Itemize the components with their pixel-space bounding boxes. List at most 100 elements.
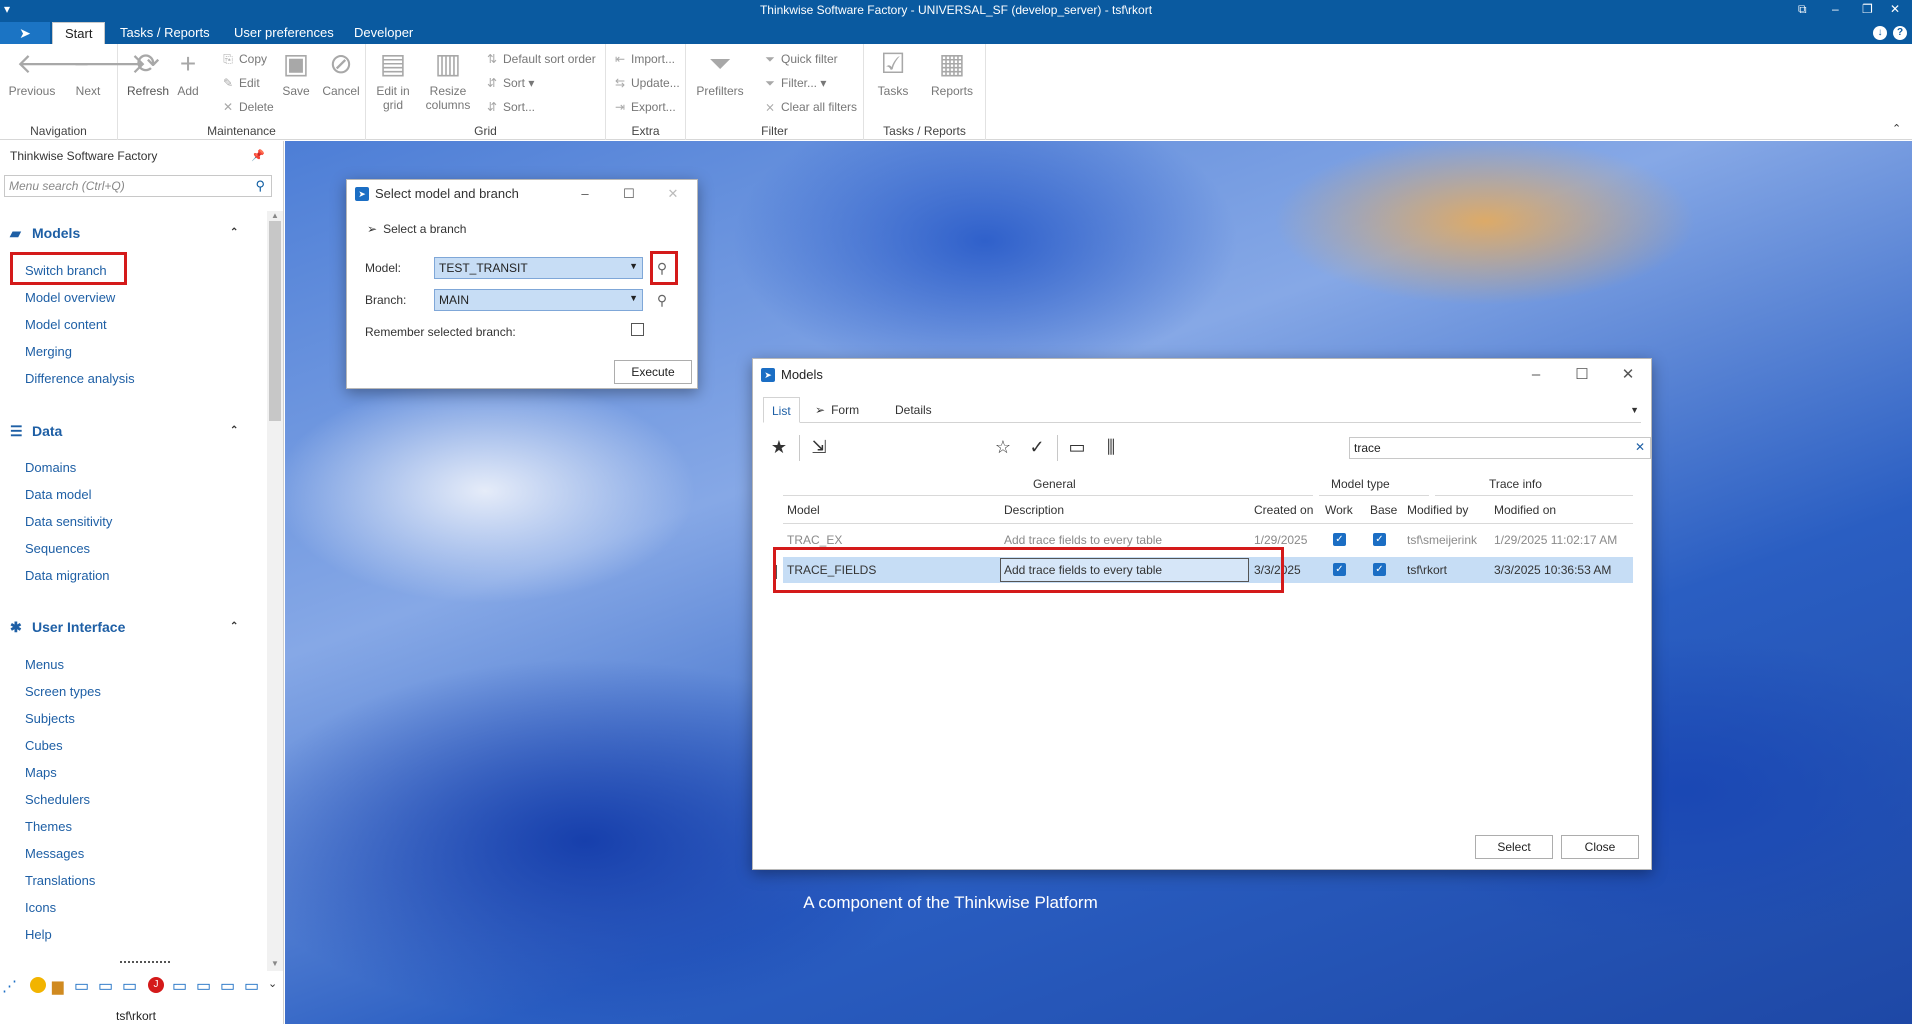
- collapse-icon[interactable]: ⌃: [230, 621, 238, 632]
- sidebar-item-subjects[interactable]: Subjects: [25, 711, 75, 726]
- sidebar-item-data-model[interactable]: Data model: [25, 487, 91, 502]
- group-user-interface[interactable]: ✱ User Interface ⌃: [10, 619, 238, 643]
- app-button[interactable]: ➤: [0, 22, 50, 44]
- close-icon[interactable]: ✕: [1890, 2, 1900, 16]
- collapse-icon[interactable]: ⌃: [230, 227, 238, 238]
- save-button[interactable]: ▣ Save: [276, 48, 316, 98]
- edit-in-grid-button[interactable]: ▤ Edit in grid: [368, 48, 418, 112]
- default-sort-button[interactable]: ⇅ Default sort order: [484, 48, 596, 70]
- table-row[interactable]: TRAC_EX Add trace fields to every table …: [783, 527, 1633, 553]
- sidebar-item-maps[interactable]: Maps: [25, 765, 57, 780]
- model-lookup-button[interactable]: ⚲: [651, 257, 673, 279]
- sidebar-item-messages[interactable]: Messages: [25, 846, 84, 861]
- arrow-down-icon[interactable]: ↓: [1873, 26, 1887, 40]
- sidebar-item-icons[interactable]: Icons: [25, 900, 56, 915]
- export-icon[interactable]: ⇲: [807, 435, 831, 459]
- alert-icon[interactable]: [30, 977, 46, 993]
- close-button[interactable]: Close: [1561, 835, 1639, 859]
- sort-button[interactable]: ⇵ Sort ▾: [484, 72, 534, 94]
- screen-icon[interactable]: ▭: [196, 976, 211, 996]
- sidebar-item-translations[interactable]: Translations: [25, 873, 95, 888]
- column-header-work[interactable]: Work: [1325, 503, 1353, 517]
- scroll-up-icon[interactable]: ▲: [267, 211, 283, 220]
- pin-icon[interactable]: 📌: [251, 149, 265, 162]
- sidebar-item-sequences[interactable]: Sequences: [25, 541, 90, 556]
- clear-search-icon[interactable]: ✕: [1635, 440, 1645, 454]
- footprints-icon[interactable]: ⋰: [2, 977, 17, 995]
- group-models[interactable]: ▰ Models ⌃: [10, 225, 238, 249]
- chevron-down-icon[interactable]: ▼: [629, 261, 638, 271]
- minimize-icon[interactable]: –: [565, 180, 605, 208]
- base-checkbox[interactable]: ✓: [1373, 563, 1386, 576]
- search-icon[interactable]: ⚲: [255, 178, 265, 194]
- edit-button[interactable]: ✎ Edit: [220, 72, 260, 94]
- sort-dialog-button[interactable]: ⇵ Sort...: [484, 96, 535, 118]
- maximize-icon[interactable]: ❐: [1862, 2, 1873, 16]
- screen-icon[interactable]: ▭: [244, 976, 259, 996]
- screen-icon[interactable]: ▭: [122, 976, 137, 996]
- update-button[interactable]: ⇆ Update...: [612, 72, 680, 94]
- close-icon[interactable]: ✕: [653, 180, 693, 208]
- branch-lookup-button[interactable]: ⚲: [651, 289, 673, 311]
- minimize-icon[interactable]: –: [1513, 359, 1559, 391]
- help-icon[interactable]: ?: [1893, 26, 1907, 40]
- star-icon[interactable]: ☆: [991, 435, 1015, 459]
- copy-button[interactable]: ⎘ Copy: [220, 48, 267, 70]
- model-select[interactable]: TEST_TRANSIT ▼: [434, 257, 643, 279]
- export-button[interactable]: ⇥ Export...: [612, 96, 676, 118]
- tasks-button[interactable]: ☑ Tasks: [868, 48, 918, 98]
- work-checkbox[interactable]: ✓: [1333, 563, 1346, 576]
- tab-list[interactable]: List: [763, 397, 800, 423]
- import-button[interactable]: ⇤ Import...: [612, 48, 675, 70]
- scrollbar-thumb[interactable]: [269, 221, 281, 421]
- group-data[interactable]: ☰ Data ⌃: [10, 423, 238, 447]
- column-header-base[interactable]: Base: [1370, 503, 1397, 517]
- maximize-icon[interactable]: ☐: [609, 180, 649, 208]
- base-checkbox[interactable]: ✓: [1373, 533, 1386, 546]
- folder-lock-icon[interactable]: ▆: [52, 977, 64, 995]
- sidebar-item-data-sensitivity[interactable]: Data sensitivity: [25, 514, 112, 529]
- screen-icon[interactable]: ▭: [172, 976, 187, 996]
- sidebar-item-difference-analysis[interactable]: Difference analysis: [25, 371, 135, 386]
- sidebar-scrollbar[interactable]: ▲ ▼: [267, 211, 283, 971]
- sidebar-item-data-migration[interactable]: Data migration: [25, 568, 110, 583]
- tab-form[interactable]: ➢ Form: [807, 397, 867, 423]
- sidebar-item-screen-types[interactable]: Screen types: [25, 684, 101, 699]
- cancel-button[interactable]: ⊘ Cancel: [318, 48, 364, 98]
- table-row-selected[interactable]: TRACE_FIELDS Add trace fields to every t…: [783, 557, 1633, 583]
- sidebar-item-model-overview[interactable]: Model overview: [25, 290, 115, 305]
- briefcase-icon[interactable]: ▭: [1065, 435, 1089, 459]
- tab-start[interactable]: Start: [52, 22, 106, 45]
- chevron-down-icon[interactable]: ▼: [629, 293, 638, 303]
- collapse-icon[interactable]: ⌃: [230, 425, 238, 436]
- sidebar-item-switch-branch[interactable]: Switch branch: [25, 263, 107, 278]
- sidebar-item-menus[interactable]: Menus: [25, 657, 64, 672]
- work-checkbox[interactable]: ✓: [1333, 533, 1346, 546]
- previous-button[interactable]: 🡐 Previous: [4, 48, 91, 98]
- quick-filter-button[interactable]: ⏷ Quick filter: [762, 48, 838, 70]
- delete-button[interactable]: ✕ Delete: [220, 96, 274, 118]
- column-header-created-on[interactable]: Created on: [1254, 503, 1313, 517]
- sidebar-item-merging[interactable]: Merging: [25, 344, 72, 359]
- menu-search-input[interactable]: Menu search (Ctrl+Q) ⚲: [4, 175, 272, 197]
- screen-icon[interactable]: ▭: [220, 976, 235, 996]
- restore-icon[interactable]: ⧉: [1798, 2, 1807, 17]
- filter-button[interactable]: ⏷ Filter... ▾: [762, 72, 826, 94]
- clear-all-filters-button[interactable]: ⨯ Clear all filters: [762, 96, 857, 118]
- column-header-modified-on[interactable]: Modified on: [1494, 503, 1556, 517]
- reports-button[interactable]: ▦ Reports: [924, 48, 980, 98]
- next-button[interactable]: 🡒 Next: [60, 48, 147, 98]
- more-icon[interactable]: ⌄: [268, 977, 277, 990]
- sidebar-item-themes[interactable]: Themes: [25, 819, 72, 834]
- badge-check-icon[interactable]: ✓: [1025, 435, 1049, 459]
- remember-branch-checkbox[interactable]: [631, 323, 644, 336]
- select-button[interactable]: Select: [1475, 835, 1553, 859]
- library-icon[interactable]: ⫼: [1099, 435, 1123, 459]
- column-header-model[interactable]: Model: [787, 503, 820, 517]
- close-icon[interactable]: ✕: [1605, 359, 1651, 391]
- tab-user-preferences[interactable]: User preferences: [222, 22, 346, 44]
- sidebar-item-model-content[interactable]: Model content: [25, 317, 107, 332]
- sidebar-item-domains[interactable]: Domains: [25, 460, 76, 475]
- chevron-down-icon[interactable]: ▼: [1630, 405, 1639, 415]
- sidebar-item-schedulers[interactable]: Schedulers: [25, 792, 90, 807]
